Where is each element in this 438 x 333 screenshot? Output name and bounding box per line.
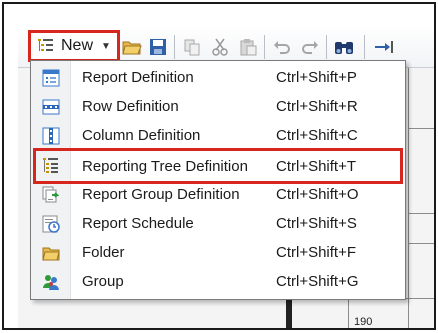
cut-icon[interactable] xyxy=(210,37,230,57)
menu-item-shortcut: Ctrl+Shift+S xyxy=(276,215,357,232)
menu-item-report-definition[interactable]: Report Definition Ctrl+Shift+P xyxy=(33,64,403,92)
screenshot-frame: 190 New ▼ Report Definition Ctrl+Shift+P… xyxy=(2,2,436,330)
toolbar-separator xyxy=(364,35,365,59)
redo-icon[interactable] xyxy=(300,37,320,57)
toolbar-separator xyxy=(326,35,327,59)
menu-item-shortcut: Ctrl+Shift+R xyxy=(276,98,358,115)
grid-line xyxy=(408,128,434,129)
menu-item-label: Group xyxy=(82,273,124,290)
more-icon[interactable] xyxy=(374,37,394,57)
menu-item-report-group-definition[interactable]: Report Group Definition Ctrl+Shift+O xyxy=(33,181,403,209)
menu-item-shortcut: Ctrl+Shift+P xyxy=(276,69,357,86)
menu-item-folder[interactable]: Folder Ctrl+Shift+F xyxy=(33,239,403,267)
menu-item-shortcut: Ctrl+Shift+G xyxy=(276,273,359,290)
toolbar-separator xyxy=(174,35,175,59)
menu-item-report-schedule[interactable]: Report Schedule Ctrl+Shift+S xyxy=(33,210,403,238)
menu-item-shortcut: Ctrl+Shift+T xyxy=(276,158,357,175)
column-definition-icon xyxy=(42,127,60,145)
new-dropdown-menu: Report Definition Ctrl+Shift+P Row Defin… xyxy=(30,60,406,300)
grid-line xyxy=(408,213,434,214)
group-icon xyxy=(43,275,59,290)
menu-item-shortcut: Ctrl+Shift+F xyxy=(276,244,357,261)
menu-item-label: Report Group Definition xyxy=(82,186,240,203)
undo-icon[interactable] xyxy=(272,37,292,57)
menu-item-label: Row Definition xyxy=(82,98,179,115)
grid-line xyxy=(408,68,409,328)
toolbar-separator xyxy=(264,35,265,59)
chevron-down-icon[interactable]: ▼ xyxy=(101,41,111,52)
menu-item-group[interactable]: Group Ctrl+Shift+G xyxy=(33,268,403,296)
row-definition-icon xyxy=(42,99,60,115)
grid-line xyxy=(408,243,434,244)
new-button-label: New xyxy=(61,37,94,54)
report-group-icon xyxy=(42,186,60,203)
background-marker xyxy=(286,300,292,328)
menu-item-shortcut: Ctrl+Shift+O xyxy=(276,186,359,203)
menu-item-shortcut: Ctrl+Shift+C xyxy=(276,127,358,144)
new-list-icon xyxy=(38,39,53,51)
report-schedule-icon xyxy=(42,215,60,233)
menu-item-column-definition[interactable]: Column Definition Ctrl+Shift+C xyxy=(33,122,403,150)
folder-icon xyxy=(42,247,60,261)
menu-item-label: Column Definition xyxy=(82,127,201,144)
menu-item-label: Folder xyxy=(82,244,125,261)
find-icon[interactable] xyxy=(334,37,354,57)
new-button[interactable]: New ▼ xyxy=(28,30,120,62)
copy-icon[interactable] xyxy=(182,37,202,57)
menu-item-label: Report Schedule xyxy=(82,215,194,232)
menu-item-label: Reporting Tree Definition xyxy=(82,158,248,175)
save-icon[interactable] xyxy=(148,37,168,57)
report-definition-icon xyxy=(42,69,60,87)
open-icon[interactable] xyxy=(122,37,142,57)
reporting-tree-icon xyxy=(43,158,58,173)
menu-item-label: Report Definition xyxy=(82,69,194,86)
background-cell: 190 xyxy=(354,316,373,328)
menu-item-reporting-tree-definition[interactable]: Reporting Tree Definition Ctrl+Shift+T xyxy=(33,148,403,184)
paste-icon[interactable] xyxy=(238,37,258,57)
menu-item-row-definition[interactable]: Row Definition Ctrl+Shift+R xyxy=(33,93,403,121)
